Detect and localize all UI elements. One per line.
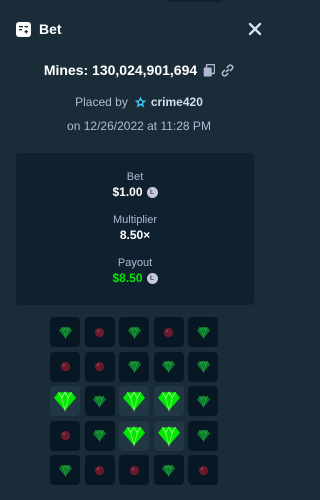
gem-tile: [119, 420, 149, 451]
bet-amount: $1.00: [112, 185, 143, 199]
gem-tile-dimmed: [84, 420, 115, 451]
mines-id-line: Mines: 130,024,901,694: [0, 60, 278, 80]
payout-amount: $8.50: [112, 271, 143, 285]
bet-label: Bet: [126, 171, 144, 183]
mines-grid: [50, 317, 218, 485]
mine-icon: [94, 361, 105, 372]
gem-tile-dimmed: [50, 317, 80, 347]
gem-icon: [196, 429, 210, 442]
mine-tile-dimmed: [153, 317, 184, 347]
receipt-icon: [16, 21, 31, 37]
modal-header: Bet: [0, 0, 278, 58]
mine-icon: [129, 465, 139, 475]
gem-tile-dimmed: [188, 351, 218, 382]
mine-icon: [163, 327, 174, 337]
gem-icon: [93, 395, 106, 408]
mine-icon: [60, 430, 70, 441]
placed-by-line: Placed by crime420: [0, 93, 278, 111]
close-icon[interactable]: [248, 22, 262, 36]
gem-icon: [123, 425, 145, 447]
gem-icon: [162, 360, 175, 373]
placed-by-label: Placed by: [75, 95, 128, 109]
link-icon[interactable]: [221, 63, 234, 77]
gem-tile-dimmed: [188, 420, 218, 451]
gem-icon: [127, 360, 141, 373]
mine-tile-dimmed: [84, 351, 115, 382]
mine-tile-dimmed: [188, 455, 218, 485]
gem-icon: [196, 326, 210, 339]
gem-tile-dimmed: [84, 386, 115, 416]
payout-label: Payout: [117, 257, 153, 269]
mine-tile-dimmed: [84, 317, 115, 347]
username-link[interactable]: crime420: [151, 95, 203, 109]
mine-tile-dimmed: [84, 455, 115, 485]
gem-tile-dimmed: [153, 351, 184, 382]
gem-icon: [127, 326, 141, 339]
gem-tile-dimmed: [119, 317, 149, 347]
gem-tile-dimmed: [119, 351, 149, 382]
gem-icon: [162, 464, 175, 477]
payout-stat: Payout $8.50 Ł: [16, 257, 254, 285]
litecoin-icon: Ł: [146, 186, 158, 198]
mine-tile-dimmed: [50, 351, 80, 382]
gem-tile-dimmed: [188, 317, 218, 347]
multiplier-value: 8.50×: [16, 228, 254, 242]
star-badge-icon: [134, 96, 147, 109]
litecoin-icon: Ł: [146, 272, 158, 284]
multiplier-amount: 8.50×: [119, 228, 151, 242]
payout-value: $8.50 Ł: [16, 271, 254, 285]
multiplier-label: Multiplier: [112, 214, 157, 226]
mine-icon: [94, 465, 105, 475]
gem-tile-dimmed: [153, 455, 184, 485]
gem-icon: [157, 425, 180, 447]
bet-date: on 12/26/2022 at 11:28 PM: [67, 119, 211, 133]
mine-icon: [94, 327, 105, 337]
bet-stat: Bet $1.00 Ł: [16, 171, 254, 199]
mine-tile-dimmed: [119, 455, 149, 485]
gem-icon: [58, 326, 72, 339]
bet-value: $1.00 Ł: [16, 185, 254, 199]
mine-icon: [60, 361, 70, 372]
gem-tile: [153, 386, 184, 416]
mine-tile-dimmed: [50, 420, 80, 451]
bet-stats-card: Bet $1.00 Ł Multiplier 8.50× Payout $8.5…: [16, 153, 254, 305]
mine-icon: [198, 465, 208, 475]
multiplier-stat: Multiplier 8.50×: [16, 214, 254, 242]
gem-tile: [50, 386, 80, 416]
gem-tile-dimmed: [188, 386, 218, 416]
gem-icon: [196, 395, 210, 408]
gem-icon: [93, 429, 106, 442]
gem-icon: [58, 464, 72, 477]
gem-icon: [54, 391, 76, 412]
gem-icon: [123, 391, 145, 412]
gem-icon: [157, 391, 180, 412]
modal-title: Bet: [39, 21, 62, 37]
gem-tile: [153, 420, 184, 451]
copy-icon[interactable]: [203, 63, 216, 77]
gem-icon: [196, 360, 210, 373]
gem-tile: [119, 386, 149, 416]
gem-tile-dimmed: [50, 455, 80, 485]
mines-id-text: Mines: 130,024,901,694: [43, 62, 198, 78]
